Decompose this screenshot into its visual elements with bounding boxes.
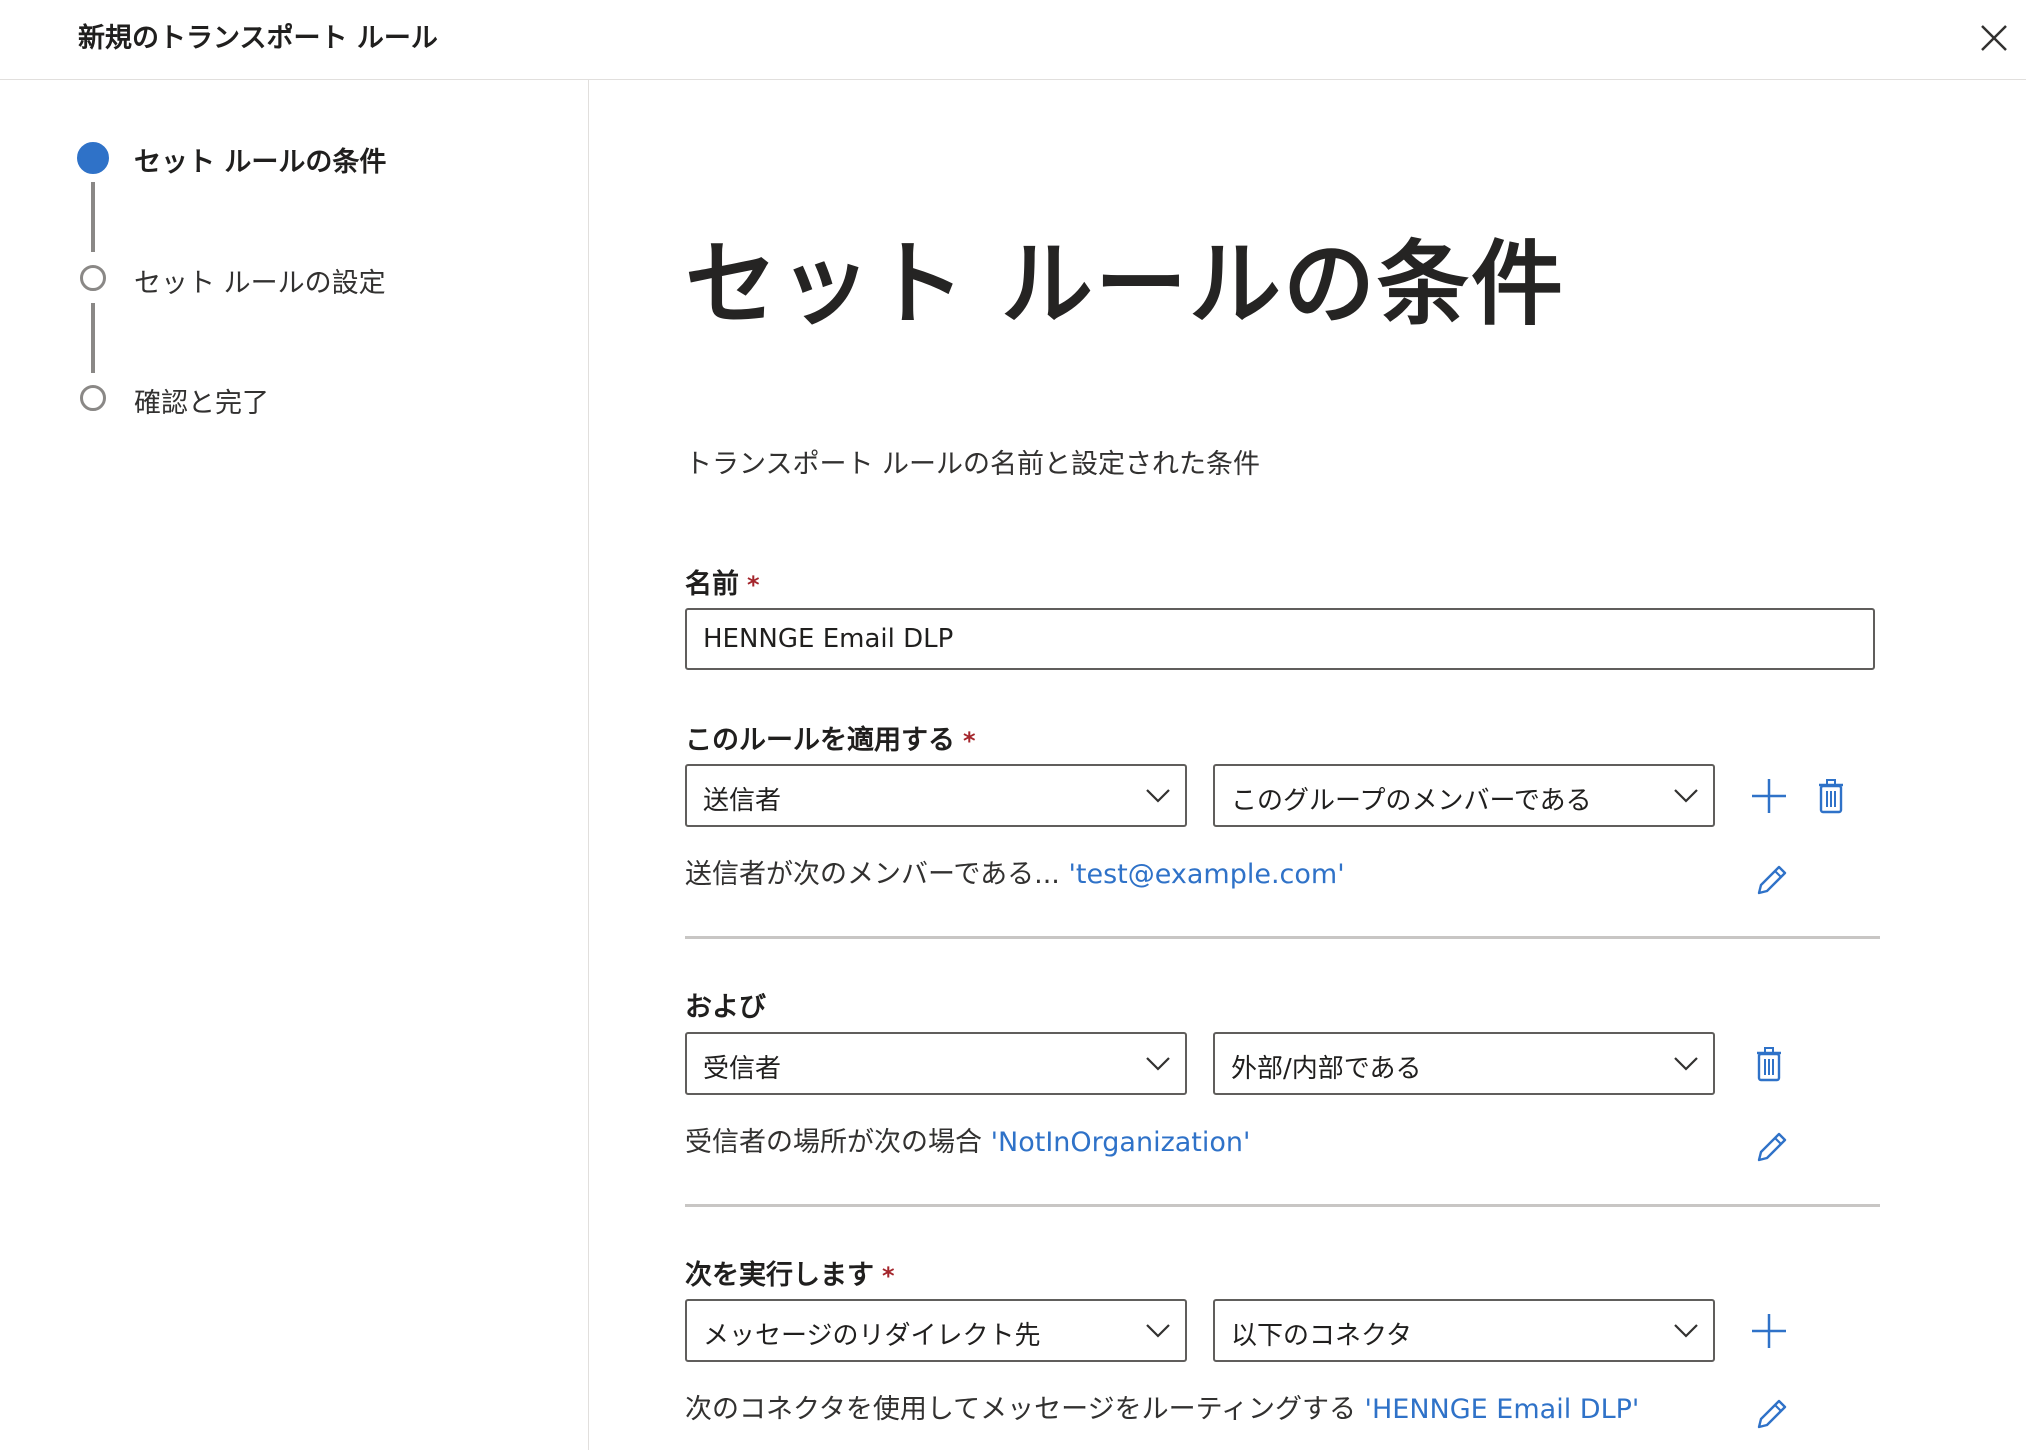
step-indicator-pending-icon <box>80 385 106 411</box>
plus-icon <box>1752 779 1786 813</box>
and-condition-type-select[interactable]: 受信者 <box>685 1032 1187 1095</box>
edit-action-button[interactable] <box>1751 1395 1791 1435</box>
step-connector <box>91 303 95 373</box>
section-divider <box>685 1204 1880 1207</box>
pencil-icon <box>1757 1399 1787 1429</box>
action-target-value: 以下のコネクタ <box>1231 1321 1412 1351</box>
chevron-down-icon <box>1146 789 1170 803</box>
step-indicator-active-icon <box>77 142 109 174</box>
delete-and-condition-button[interactable] <box>1749 1044 1789 1084</box>
close-button[interactable] <box>1974 18 2014 58</box>
step-1-label[interactable]: セット ルールの条件 <box>134 140 386 179</box>
step-connector <box>91 182 95 252</box>
pencil-icon <box>1757 1132 1787 1162</box>
page-title: セット ルールの条件 <box>685 231 1566 338</box>
condition-operator-value: このグループのメンバーである <box>1231 786 1592 816</box>
condition-summary: 送信者が次のメンバーである... 'test@example.com' <box>685 859 1345 890</box>
required-marker: * <box>963 727 976 755</box>
page-description: トランスポート ルールの名前と設定された条件 <box>685 449 1261 480</box>
condition-type-value: 送信者 <box>703 786 782 816</box>
name-input[interactable] <box>685 608 1875 670</box>
panel-title: 新規のトランスポート ルール <box>78 23 438 54</box>
wizard-steps: セット ルールの条件 セット ルールの設定 確認と完了 <box>0 80 589 1450</box>
action-type-value: メッセージのリダイレクト先 <box>703 1321 1041 1351</box>
and-condition-value-link[interactable]: 'NotInOrganization' <box>991 1127 1251 1158</box>
and-condition-summary: 受信者の場所が次の場合 'NotInOrganization' <box>685 1127 1251 1158</box>
condition-value-link[interactable]: 'test@example.com' <box>1068 859 1344 890</box>
and-rule-label: および <box>685 992 766 1023</box>
step-indicator-pending-icon <box>80 265 106 291</box>
chevron-down-icon <box>1674 1324 1698 1338</box>
chevron-down-icon <box>1146 1057 1170 1071</box>
add-condition-button[interactable] <box>1749 776 1789 816</box>
action-summary: 次のコネクタを使用してメッセージをルーティングする 'HENNGE Email … <box>685 1394 1640 1425</box>
trash-icon <box>1757 1047 1781 1082</box>
name-label: 名前 * <box>685 569 760 600</box>
main-content: セット ルールの条件 トランスポート ルールの名前と設定された条件 名前* この… <box>589 80 2026 1450</box>
trash-icon <box>1819 779 1843 814</box>
apply-rule-label: このルールを適用する * <box>685 725 976 756</box>
edit-condition-button[interactable] <box>1751 861 1791 901</box>
plus-icon <box>1752 1314 1786 1348</box>
pencil-icon <box>1757 865 1787 895</box>
chevron-down-icon <box>1674 1057 1698 1071</box>
and-condition-operator-value: 外部/内部である <box>1231 1054 1422 1084</box>
delete-condition-button[interactable] <box>1811 776 1851 816</box>
action-value-link[interactable]: 'HENNGE Email DLP' <box>1365 1394 1640 1425</box>
action-label: 次を実行します * <box>685 1260 895 1291</box>
panel-header: 新規のトランスポート ルール <box>0 0 2026 80</box>
condition-type-select[interactable]: 送信者 <box>685 764 1187 827</box>
action-target-select[interactable]: 以下のコネクタ <box>1213 1299 1715 1362</box>
and-condition-type-value: 受信者 <box>703 1054 782 1084</box>
edit-and-condition-button[interactable] <box>1751 1128 1791 1168</box>
section-divider <box>685 936 1880 939</box>
required-marker: * <box>882 1262 895 1290</box>
condition-operator-select[interactable]: このグループのメンバーである <box>1213 764 1715 827</box>
action-type-select[interactable]: メッセージのリダイレクト先 <box>685 1299 1187 1362</box>
step-3-label[interactable]: 確認と完了 <box>134 381 269 420</box>
and-condition-operator-select[interactable]: 外部/内部である <box>1213 1032 1715 1095</box>
close-icon <box>1981 25 2007 51</box>
add-action-button[interactable] <box>1749 1311 1789 1351</box>
required-marker: * <box>747 571 760 599</box>
chevron-down-icon <box>1674 789 1698 803</box>
step-2-label[interactable]: セット ルールの設定 <box>134 261 386 300</box>
chevron-down-icon <box>1146 1324 1170 1338</box>
